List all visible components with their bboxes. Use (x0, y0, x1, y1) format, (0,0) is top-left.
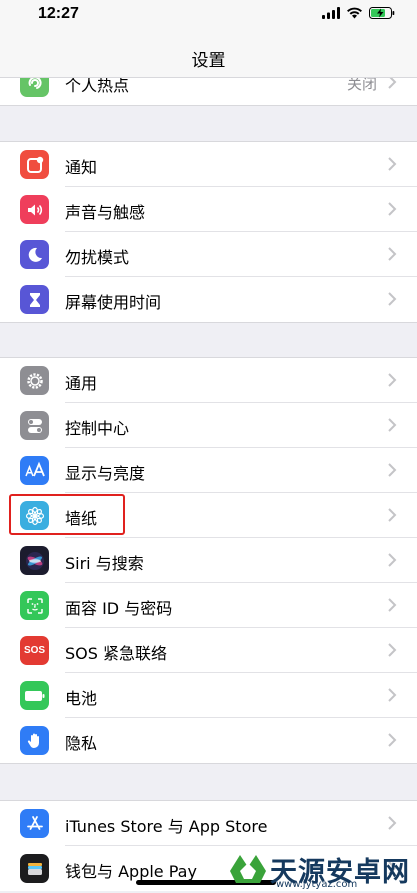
sos-icon: SOS (20, 636, 49, 665)
settings-row-control-center[interactable]: 控制中心 (0, 403, 417, 448)
settings-row-battery[interactable]: 电池 (0, 673, 417, 718)
chevron-right-icon (388, 157, 397, 171)
settings-row-siri[interactable]: Siri 与搜索 (0, 538, 417, 583)
hand-icon (20, 726, 49, 755)
settings-row-label: 通用 (65, 374, 98, 393)
face-id-icon (20, 591, 49, 620)
settings-row-general[interactable]: 通用 (0, 358, 417, 403)
group-separator (0, 763, 417, 764)
sos-icon-text: SOS (23, 645, 46, 656)
settings-row-face-id[interactable]: 面容 ID 与密码 (0, 583, 417, 628)
text-size-icon (20, 456, 49, 485)
speaker-icon (20, 195, 49, 224)
settings-row-label: iTunes Store 与 App Store (65, 817, 268, 836)
settings-row-label: 电池 (65, 689, 98, 708)
settings-row-sounds[interactable]: 声音与触感 (0, 187, 417, 232)
chevron-right-icon (388, 733, 397, 747)
chevron-right-icon (388, 292, 397, 306)
group-separator (0, 105, 417, 106)
chevron-right-icon (388, 247, 397, 261)
nav-bar: 设置 (0, 30, 417, 78)
settings-row-privacy[interactable]: 隐私 (0, 718, 417, 763)
settings-row-label: 通知 (65, 158, 98, 177)
cellular-signal-icon (322, 7, 340, 19)
settings-row-label: 面容 ID 与密码 (65, 599, 173, 618)
gear-icon (20, 366, 49, 395)
settings-row-label: 勿扰模式 (65, 248, 130, 267)
settings-row-label: SOS 紧急联络 (65, 644, 167, 663)
settings-row-label: 钱包与 Apple Pay (65, 862, 197, 881)
wallet-icon (20, 854, 49, 883)
settings-row-display[interactable]: 显示与亮度 (0, 448, 417, 493)
settings-row-label: 显示与亮度 (65, 464, 146, 483)
chevron-right-icon (388, 418, 397, 432)
chevron-right-icon (388, 816, 397, 830)
watermark-url: www.jytyaz.com (276, 879, 358, 890)
watermark-logo-icon (230, 855, 266, 883)
siri-icon (20, 546, 49, 575)
settings-row-label: Siri 与搜索 (65, 554, 144, 573)
status-bar: 12:27 (0, 0, 417, 30)
settings-row-sos[interactable]: SOS SOS 紧急联络 (0, 628, 417, 673)
chevron-right-icon (388, 373, 397, 387)
settings-row-do-not-disturb[interactable]: 勿扰模式 (0, 232, 417, 277)
moon-icon (20, 240, 49, 269)
settings-row-app-store[interactable]: iTunes Store 与 App Store (0, 801, 417, 846)
chevron-right-icon (388, 688, 397, 702)
settings-row-screen-time[interactable]: 屏幕使用时间 (0, 277, 417, 322)
app-store-icon (20, 809, 49, 838)
settings-row-label: 隐私 (65, 734, 98, 753)
settings-row-notifications[interactable]: 通知 (0, 142, 417, 187)
chevron-right-icon (388, 598, 397, 612)
notification-icon (20, 150, 49, 179)
settings-row-label: 声音与触感 (65, 203, 146, 222)
wallpaper-highlight-box (9, 494, 125, 535)
group-separator (0, 322, 417, 323)
wifi-icon (347, 7, 362, 19)
chevron-right-icon (388, 553, 397, 567)
chevron-right-icon (388, 643, 397, 657)
settings-row-label: 屏幕使用时间 (65, 293, 162, 312)
status-time: 12:27 (38, 5, 79, 22)
chevron-right-icon (388, 202, 397, 216)
battery-charging-icon (369, 7, 395, 19)
page-title: 设置 (191, 51, 226, 71)
watermark: 天源安卓网 www.jytyaz.com (226, 846, 413, 892)
chevron-right-icon (388, 463, 397, 477)
battery-icon (20, 681, 49, 710)
status-icons (322, 7, 395, 19)
settings-row-label: 控制中心 (65, 419, 130, 438)
chevron-right-icon (388, 508, 397, 522)
hourglass-icon (20, 285, 49, 314)
toggles-icon (20, 411, 49, 440)
